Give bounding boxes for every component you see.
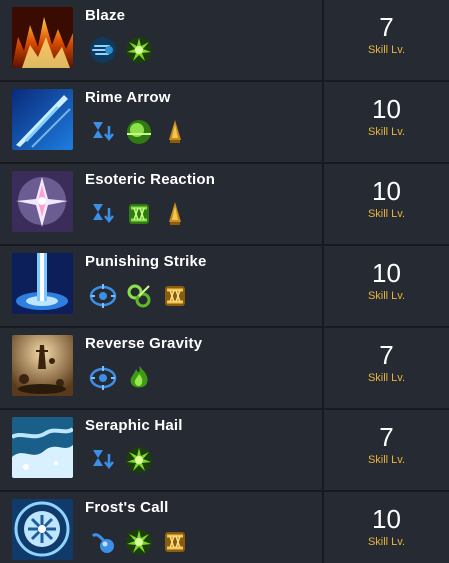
skill-level: 7 bbox=[379, 12, 394, 42]
skill-level: 10 bbox=[372, 258, 401, 288]
gold-fangs-icon[interactable] bbox=[161, 282, 189, 310]
gold-spike-icon[interactable] bbox=[161, 200, 189, 228]
wind-dash-icon[interactable] bbox=[89, 36, 117, 64]
skill-row-esoteric-reaction[interactable]: Esoteric Reaction 10 Skill Lv. bbox=[0, 164, 449, 244]
blue-hourglass-down-icon[interactable] bbox=[89, 446, 117, 474]
blue-hourglass-down-icon[interactable] bbox=[89, 200, 117, 228]
ice-arrow-icon bbox=[12, 89, 73, 150]
green-flame-icon[interactable] bbox=[125, 364, 153, 392]
skill-level: 10 bbox=[372, 94, 401, 124]
gold-spike-icon[interactable] bbox=[161, 118, 189, 146]
green-orb-icon[interactable] bbox=[125, 118, 153, 146]
skill-level-label: Skill Lv. bbox=[367, 44, 406, 56]
tripod-icons bbox=[89, 364, 153, 392]
skill-level-label: Skill Lv. bbox=[367, 290, 406, 302]
skill-name: Punishing Strike bbox=[85, 253, 207, 270]
skill-row-blaze[interactable]: Blaze 7 Skill Lv. bbox=[0, 0, 449, 80]
gold-fangs-icon[interactable] bbox=[161, 528, 189, 556]
green-fangs-icon[interactable] bbox=[125, 200, 153, 228]
skill-level-label: Skill Lv. bbox=[367, 208, 406, 220]
skill-level: 10 bbox=[372, 176, 401, 206]
tripod-icons bbox=[89, 36, 153, 64]
skill-name: Seraphic Hail bbox=[85, 417, 183, 434]
hail-storm-icon bbox=[12, 417, 73, 478]
tripod-icons bbox=[89, 282, 189, 310]
blue-flask-icon[interactable] bbox=[89, 528, 117, 556]
tripod-icons bbox=[89, 528, 189, 556]
frost-circle-icon bbox=[12, 499, 73, 560]
blue-target-icon[interactable] bbox=[89, 282, 117, 310]
green-burst-icon[interactable] bbox=[125, 446, 153, 474]
skill-list: Blaze 7 Skill Lv. Rime Arrow 10 Skill Lv… bbox=[0, 0, 449, 563]
lightning-pillar-icon bbox=[12, 253, 73, 314]
skill-row-punishing-strike[interactable]: Punishing Strike 10 Skill Lv. bbox=[0, 246, 449, 326]
skill-row-rime-arrow[interactable]: Rime Arrow 10 Skill Lv. bbox=[0, 82, 449, 162]
green-burst-icon[interactable] bbox=[125, 528, 153, 556]
skill-row-reverse-gravity[interactable]: Reverse Gravity 7 Skill Lv. bbox=[0, 328, 449, 408]
tripod-icons bbox=[89, 200, 189, 228]
fire-blaze-icon bbox=[12, 7, 73, 68]
crystal-flower-icon bbox=[12, 171, 73, 232]
skill-row-frosts-call[interactable]: Frost's Call 10 Skill Lv. bbox=[0, 492, 449, 563]
skill-level-label: Skill Lv. bbox=[367, 454, 406, 466]
green-swirl-icon[interactable] bbox=[125, 282, 153, 310]
skill-level-label: Skill Lv. bbox=[367, 372, 406, 384]
gravity-rocks-icon bbox=[12, 335, 73, 396]
skill-name: Reverse Gravity bbox=[85, 335, 203, 352]
skill-name: Blaze bbox=[85, 7, 126, 24]
skill-level-label: Skill Lv. bbox=[367, 126, 406, 138]
blue-target-icon[interactable] bbox=[89, 364, 117, 392]
skill-level: 10 bbox=[372, 504, 401, 534]
tripod-icons bbox=[89, 118, 189, 146]
skill-name: Rime Arrow bbox=[85, 89, 171, 106]
skill-row-seraphic-hail[interactable]: Seraphic Hail 7 Skill Lv. bbox=[0, 410, 449, 490]
skill-name: Esoteric Reaction bbox=[85, 171, 216, 188]
skill-level-label: Skill Lv. bbox=[367, 536, 406, 548]
skill-name: Frost's Call bbox=[85, 499, 169, 516]
skill-level: 7 bbox=[379, 340, 394, 370]
green-burst-icon[interactable] bbox=[125, 36, 153, 64]
skill-level: 7 bbox=[379, 422, 394, 452]
blue-hourglass-down-icon[interactable] bbox=[89, 118, 117, 146]
tripod-icons bbox=[89, 446, 153, 474]
